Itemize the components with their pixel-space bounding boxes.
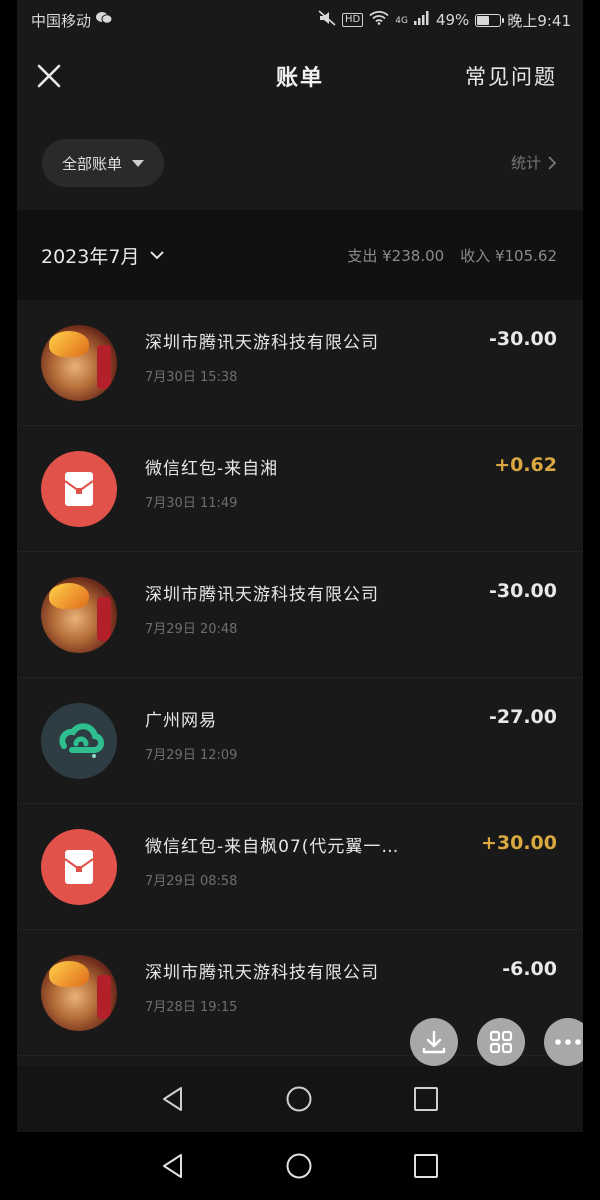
back-triangle-icon[interactable]	[161, 1086, 185, 1112]
transaction-amount: -30.00	[489, 580, 557, 602]
transaction-row[interactable]: 广州网易 7月29日 12:09 -27.00	[17, 678, 583, 804]
caret-down-icon	[132, 159, 145, 167]
home-circle-icon[interactable]	[285, 1152, 313, 1180]
bill-filter-label: 全部账单	[62, 154, 123, 173]
system-navigation-bar	[0, 1132, 600, 1200]
transaction-time: 7月29日 08:58	[145, 874, 238, 889]
filter-row: 全部账单 统计	[17, 112, 583, 210]
transaction-time: 7月30日 11:49	[145, 496, 238, 511]
recents-square-icon[interactable]	[413, 1086, 439, 1112]
floating-toolbar	[410, 1018, 583, 1066]
red-packet-icon	[41, 451, 117, 527]
mute-icon	[318, 10, 336, 30]
game-hero-avatar	[41, 325, 117, 401]
netease-cloud-icon	[41, 703, 117, 779]
stats-link[interactable]: 统计	[511, 152, 557, 173]
transaction-row[interactable]: 微信红包-来自枫07(代元翼一… 7月29日 08:58 +30.00	[17, 804, 583, 930]
month-income: 收入 ¥105.62	[460, 246, 557, 265]
month-label: 2023年7月	[41, 245, 140, 268]
download-icon	[422, 1030, 446, 1054]
transaction-name: 微信红包-来自湘	[145, 459, 279, 479]
battery-icon	[475, 13, 505, 27]
transaction-name: 深圳市腾讯天游科技有限公司	[145, 333, 379, 353]
transaction-time: 7月30日 15:38	[145, 370, 238, 385]
month-expense: 支出 ¥238.00	[347, 246, 445, 265]
transaction-row[interactable]: 微信红包-来自湘 7月30日 11:49 +0.62	[17, 426, 583, 552]
grid-icon	[489, 1030, 513, 1054]
battery-percent: 49%	[435, 11, 470, 29]
red-packet-icon	[41, 829, 117, 905]
transaction-row[interactable]: 深圳市腾讯天游科技有限公司 7月30日 15:38 -30.00	[17, 300, 583, 426]
chevron-right-icon	[548, 155, 557, 170]
transaction-name: 深圳市腾讯天游科技有限公司	[145, 585, 379, 605]
hd-badge: HD	[342, 13, 364, 27]
faq-link[interactable]: 常见问题	[465, 61, 557, 91]
transaction-time: 7月29日 20:48	[145, 622, 238, 637]
transaction-amount: +0.62	[494, 454, 557, 476]
transaction-name: 深圳市腾讯天游科技有限公司	[145, 963, 379, 983]
transaction-amount: -6.00	[502, 958, 557, 980]
grid-button[interactable]	[477, 1018, 525, 1066]
home-circle-icon[interactable]	[285, 1085, 313, 1113]
transaction-list: 深圳市腾讯天游科技有限公司 7月30日 15:38 -30.00 微信红包-来自…	[17, 300, 583, 1056]
download-button[interactable]	[410, 1018, 458, 1066]
transaction-amount: +30.00	[480, 832, 557, 854]
wifi-icon	[369, 11, 389, 29]
transaction-time: 7月29日 12:09	[145, 748, 238, 763]
status-bar: 中国移动 HD 4G 49% 晚上9:41	[17, 0, 583, 40]
network-type: 4G	[395, 15, 408, 26]
signal-icon	[413, 11, 430, 29]
more-button[interactable]	[544, 1018, 583, 1066]
bill-filter-dropdown[interactable]: 全部账单	[42, 139, 165, 187]
game-hero-avatar	[41, 955, 117, 1031]
transaction-row[interactable]: 深圳市腾讯天游科技有限公司 7月29日 20:48 -30.00	[17, 552, 583, 678]
month-selector[interactable]: 2023年7月	[41, 242, 165, 269]
app-navigation-bar	[17, 1066, 583, 1132]
clock: 晚上9:41	[507, 11, 571, 30]
wechat-notification-icon	[95, 11, 113, 29]
back-triangle-icon[interactable]	[161, 1153, 185, 1179]
month-totals: 支出 ¥238.00 收入 ¥105.62	[347, 245, 557, 266]
stats-label: 统计	[510, 154, 541, 172]
chevron-down-icon	[150, 251, 165, 260]
transaction-amount: -27.00	[489, 706, 557, 728]
transaction-time: 7月28日 19:15	[145, 1000, 238, 1015]
phone-screen: 中国移动 HD 4G 49% 晚上9:41 账单 常见问题 全部账单 统计 20…	[17, 0, 583, 1132]
game-hero-avatar	[41, 577, 117, 653]
transaction-name: 微信红包-来自枫07(代元翼一…	[145, 837, 400, 857]
recents-square-icon[interactable]	[413, 1153, 439, 1179]
month-row: 2023年7月 支出 ¥238.00 收入 ¥105.62	[17, 210, 583, 300]
transaction-amount: -30.00	[489, 328, 557, 350]
carrier-label: 中国移动	[31, 11, 92, 30]
header: 账单 常见问题	[17, 40, 583, 112]
transaction-name: 广州网易	[145, 711, 217, 731]
more-icon	[555, 1039, 581, 1045]
